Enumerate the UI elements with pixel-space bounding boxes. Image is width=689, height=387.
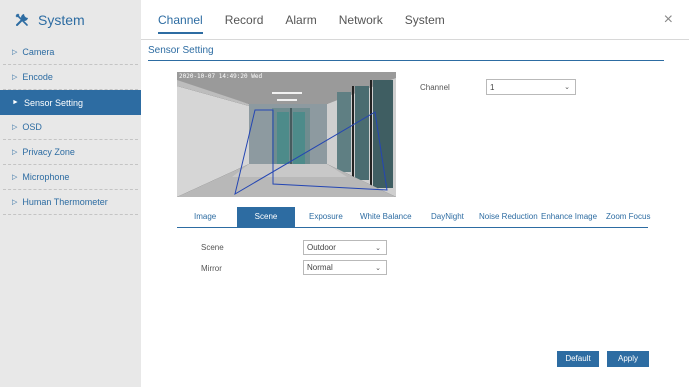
arrow-right-icon: ▷ (12, 124, 18, 131)
arrow-right-icon: ▷ (12, 174, 18, 181)
mirror-select-value: Normal (307, 263, 333, 272)
sensor-subtabs: Image Scene Exposure White Balance DayNi… (177, 207, 650, 228)
sidebar-item-label: Sensor Setting (23, 97, 83, 108)
chevron-down-icon: ⌄ (564, 84, 570, 91)
channel-select[interactable]: 1 ⌄ (486, 79, 576, 95)
subtab-scene[interactable]: Scene (237, 207, 295, 227)
subtab-noise-reduction[interactable]: Noise Reduction (479, 207, 538, 227)
scene-select[interactable]: Outdoor ⌄ (303, 240, 387, 255)
mirror-select[interactable]: Normal ⌄ (303, 260, 387, 275)
arrow-right-icon: ▷ (12, 74, 18, 81)
subtab-white-balance[interactable]: White Balance (360, 207, 412, 227)
sidebar-item-sensor-setting[interactable]: ► Sensor Setting (0, 90, 141, 115)
wrench-icon (14, 12, 30, 28)
scene-select-value: Outdoor (307, 243, 336, 252)
osd-timestamp: 2020-10-07 14:49:20 Wed (179, 73, 263, 80)
brand: System (0, 0, 141, 40)
apply-button[interactable]: Apply (607, 351, 649, 367)
arrow-right-icon: ► (12, 99, 19, 106)
tab-channel[interactable]: Channel (158, 0, 203, 40)
arrow-right-icon: ▷ (12, 199, 18, 206)
tab-system[interactable]: System (405, 0, 445, 40)
app-title: System (38, 12, 85, 28)
sidebar-item-label: Microphone (22, 172, 70, 182)
mirror-label: Mirror (201, 264, 222, 273)
section-divider (148, 60, 664, 61)
camera-preview[interactable]: 2020-10-07 14:49:20 Wed (177, 72, 396, 197)
chevron-down-icon: ⌄ (375, 264, 381, 272)
sidebar-item-encode[interactable]: ▷ Encode (3, 65, 138, 90)
tab-network[interactable]: Network (339, 0, 383, 40)
channel-select-value: 1 (490, 82, 495, 92)
channel-label: Channel (420, 83, 450, 92)
sidebar-item-label: Human Thermometer (22, 197, 108, 207)
tab-alarm[interactable]: Alarm (285, 0, 316, 40)
preview-image (177, 72, 396, 197)
main-tabs: Channel Record Alarm Network System (158, 0, 467, 40)
subtab-zoom-focus[interactable]: Zoom Focus (606, 207, 650, 227)
sidebar-item-label: Camera (22, 47, 55, 57)
sidebar-item-label: Privacy Zone (22, 147, 75, 157)
subtab-enhance-image[interactable]: Enhance Image (541, 207, 597, 227)
scene-label: Scene (201, 243, 224, 252)
sidebar-item-label: OSD (22, 122, 42, 132)
chevron-down-icon: ⌄ (375, 244, 381, 252)
top-bar: System Channel Record Alarm Network Syst… (0, 0, 689, 40)
sidebar-item-privacy-zone[interactable]: ▷ Privacy Zone (3, 140, 138, 165)
close-icon[interactable]: × (664, 11, 673, 29)
tab-record[interactable]: Record (225, 0, 264, 40)
sidebar-item-label: Encode (22, 72, 53, 82)
subtab-daynight[interactable]: DayNight (431, 207, 464, 227)
subtab-image[interactable]: Image (194, 207, 216, 227)
sidebar-item-osd[interactable]: ▷ OSD (3, 115, 138, 140)
sidebar-item-camera[interactable]: ▷ Camera (3, 40, 138, 65)
arrow-right-icon: ▷ (12, 149, 18, 156)
sidebar-item-human-thermometer[interactable]: ▷ Human Thermometer (3, 190, 138, 215)
subtab-exposure[interactable]: Exposure (309, 207, 343, 227)
sidebar-item-microphone[interactable]: ▷ Microphone (3, 165, 138, 190)
section-title: Sensor Setting (148, 45, 214, 56)
default-button[interactable]: Default (557, 351, 599, 367)
arrow-right-icon: ▷ (12, 49, 18, 56)
sidebar: ▷ Camera ▷ Encode ► Sensor Setting ▷ OSD… (0, 40, 141, 387)
